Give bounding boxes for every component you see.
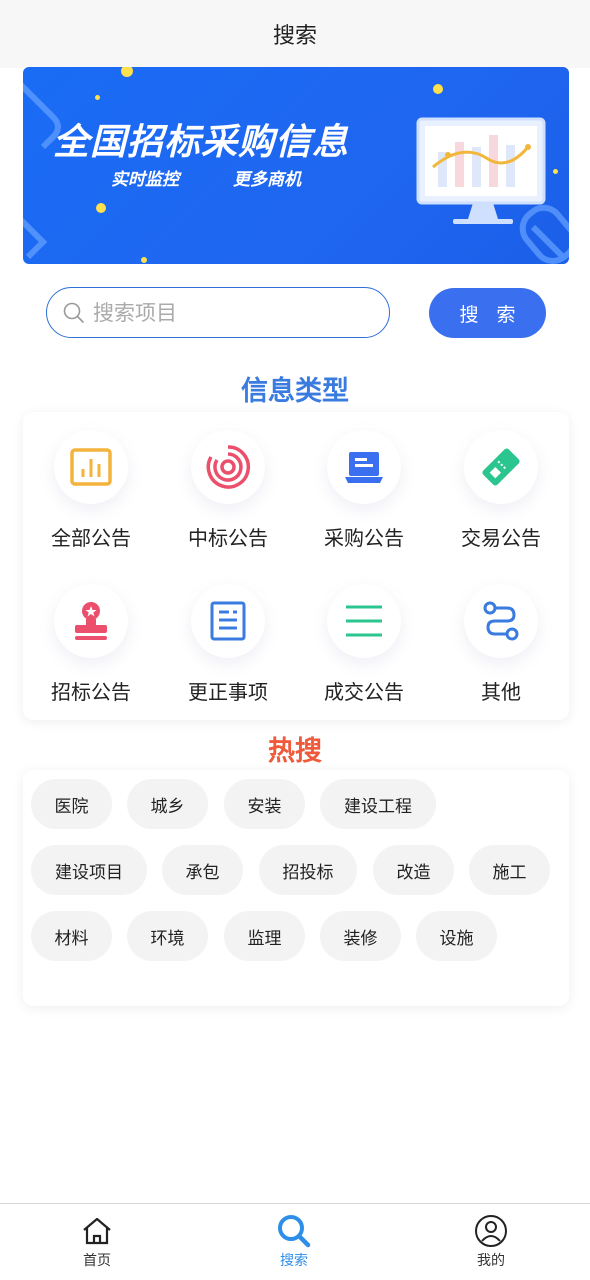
tab-label: 我的 bbox=[477, 1253, 505, 1269]
type-label: 招标公告 bbox=[51, 680, 131, 704]
tab-label: 搜索 bbox=[280, 1253, 308, 1269]
home-icon bbox=[81, 1214, 113, 1248]
list-icon bbox=[327, 584, 401, 658]
bottom-tab-bar: 首页 搜索 我的 bbox=[0, 1203, 590, 1280]
type-label: 更正事项 bbox=[188, 680, 268, 704]
hot-search-chip[interactable]: 城乡 bbox=[127, 779, 208, 829]
type-item-purchase[interactable]: 采购公告 bbox=[296, 430, 432, 560]
hot-search-chip[interactable]: 材料 bbox=[31, 911, 112, 961]
type-label: 其他 bbox=[481, 680, 521, 704]
search-input[interactable] bbox=[93, 300, 353, 325]
search-icon bbox=[63, 302, 84, 323]
hot-search-chip[interactable]: 安装 bbox=[224, 779, 305, 829]
bar-chart-icon bbox=[54, 430, 128, 504]
info-types-card: 全部公告 中标公告 采购公告 交易公告 招标公告 更正事项 成交公告 其他 bbox=[23, 412, 569, 720]
stamp-icon bbox=[54, 584, 128, 658]
user-icon bbox=[474, 1214, 508, 1248]
hot-search-chip[interactable]: 环境 bbox=[127, 911, 208, 961]
info-types-title: 信息类型 bbox=[241, 376, 349, 407]
search-row: 搜 索 bbox=[0, 287, 590, 339]
type-item-other[interactable]: 其他 bbox=[433, 584, 569, 714]
tab-mine[interactable]: 我的 bbox=[421, 1204, 561, 1280]
hot-search-card: 医院 城乡 安装 建设工程 建设项目 承包 招投标 改造 施工 材料 环境 监理… bbox=[23, 770, 569, 1006]
tab-label: 首页 bbox=[83, 1253, 111, 1269]
hot-search-chip[interactable]: 建设项目 bbox=[31, 845, 147, 895]
document-icon bbox=[191, 584, 265, 658]
banner-subtitle-right: 更多商机 bbox=[233, 170, 301, 190]
tab-search[interactable]: 搜索 bbox=[224, 1204, 364, 1280]
hot-search-chip[interactable]: 改造 bbox=[373, 845, 454, 895]
hot-search-chip[interactable]: 承包 bbox=[162, 845, 243, 895]
type-item-all[interactable]: 全部公告 bbox=[23, 430, 159, 560]
hot-search-chip[interactable]: 招投标 bbox=[259, 845, 357, 895]
ticket-icon bbox=[464, 430, 538, 504]
type-label: 成交公告 bbox=[324, 680, 404, 704]
banner-title: 全国招标采购信息 bbox=[53, 122, 350, 163]
hot-search-chip[interactable]: 监理 bbox=[224, 911, 305, 961]
route-icon bbox=[464, 584, 538, 658]
hot-search-chip[interactable]: 医院 bbox=[31, 779, 112, 829]
type-label: 交易公告 bbox=[461, 526, 541, 550]
type-label: 采购公告 bbox=[324, 526, 404, 550]
monitor-illustration bbox=[416, 117, 546, 224]
search-button[interactable]: 搜 索 bbox=[429, 288, 546, 338]
top-bar: 搜索 bbox=[0, 0, 590, 68]
type-item-award[interactable]: 中标公告 bbox=[160, 430, 296, 560]
search-field[interactable] bbox=[46, 287, 390, 338]
search-icon bbox=[276, 1214, 312, 1248]
promo-banner[interactable]: 全国招标采购信息 实时监控 更多商机 bbox=[23, 67, 569, 264]
type-item-trade[interactable]: 交易公告 bbox=[433, 430, 569, 560]
page-title: 搜索 bbox=[272, 24, 317, 49]
type-item-deal[interactable]: 成交公告 bbox=[296, 584, 432, 714]
type-label: 全部公告 bbox=[51, 526, 131, 550]
type-label: 中标公告 bbox=[188, 526, 268, 550]
type-item-correction[interactable]: 更正事项 bbox=[160, 584, 296, 714]
hot-search-chip[interactable]: 建设工程 bbox=[320, 779, 436, 829]
hot-search-chip[interactable]: 装修 bbox=[320, 911, 401, 961]
laptop-icon bbox=[327, 430, 401, 504]
hot-search-chip[interactable]: 施工 bbox=[469, 845, 550, 895]
tab-home[interactable]: 首页 bbox=[27, 1204, 167, 1280]
target-icon bbox=[191, 430, 265, 504]
type-item-tender[interactable]: 招标公告 bbox=[23, 584, 159, 714]
banner-subtitle-left: 实时监控 bbox=[111, 170, 179, 190]
hot-search-chip[interactable]: 设施 bbox=[416, 911, 497, 961]
hot-search-title: 热搜 bbox=[268, 736, 322, 767]
